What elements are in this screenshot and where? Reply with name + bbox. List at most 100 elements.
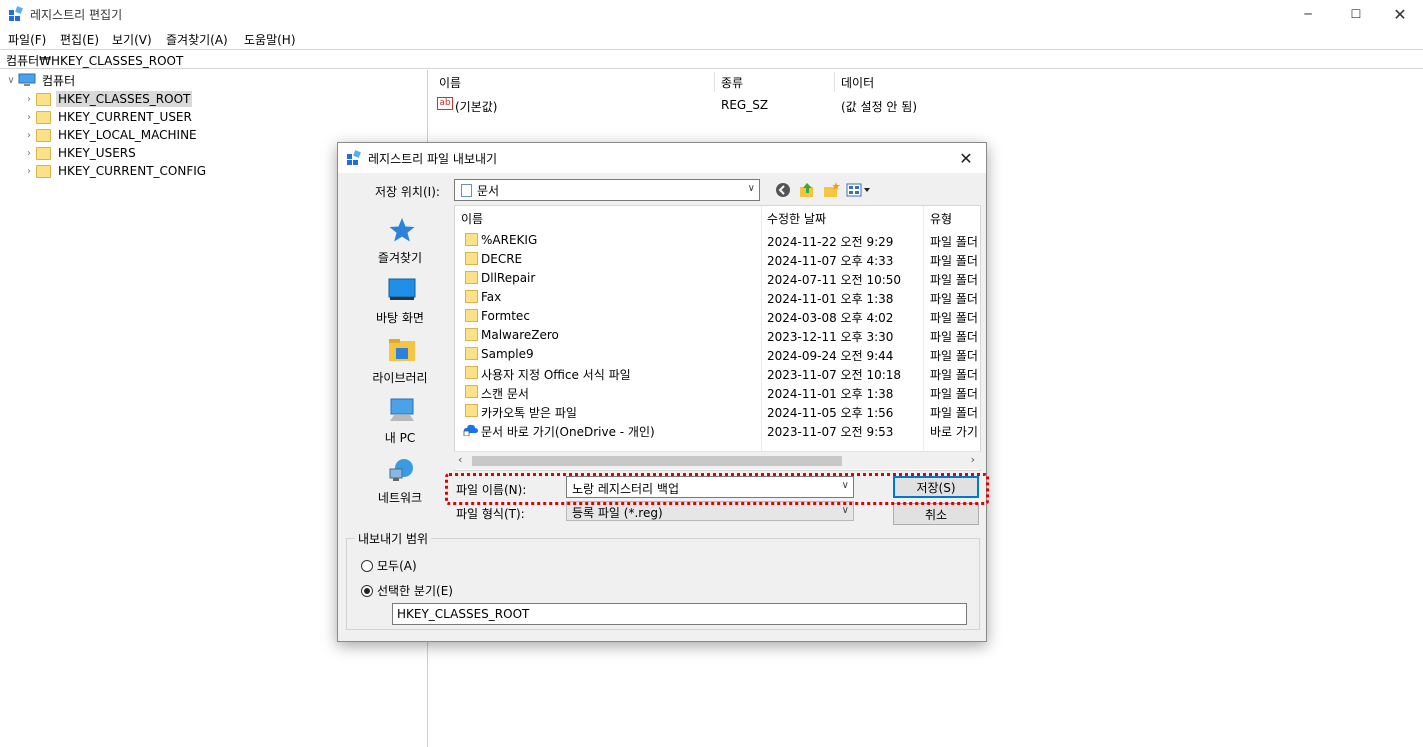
cancel-button[interactable]: 취소 — [893, 503, 979, 525]
folder-icon — [465, 252, 478, 265]
filetype-value: 등록 파일 (*.reg) — [572, 506, 663, 520]
menu-edit[interactable]: 편집(E) — [60, 31, 99, 48]
file-type: 파일 폴더 — [930, 235, 978, 249]
maximize-button[interactable]: ☐ — [1333, 0, 1379, 28]
column-header-date[interactable]: 수정한 날짜 — [767, 210, 826, 227]
list-item[interactable]: Sample9 2024-09-24 오전 9:44 파일 폴더 — [455, 344, 980, 363]
menu-bar: 파일(F) 편집(E) 보기(V) 즐겨찾기(A) 도움말(H) — [0, 28, 1423, 48]
file-date: 2024-11-22 오전 9:29 — [767, 235, 894, 249]
place-label: 바탕 화면 — [376, 311, 424, 325]
file-name: Sample9 — [481, 347, 534, 361]
tree-label: HKEY_LOCAL_MACHINE — [58, 128, 197, 142]
filetype-label: 파일 형식(T): — [456, 507, 525, 521]
radio-selected-branch[interactable]: 선택한 분기(E) — [361, 582, 453, 599]
tree-item-computer[interactable]: ∨ 컴퓨터 — [4, 71, 77, 89]
dialog-title-bar: 레지스트리 파일 내보내기 ✕ — [338, 143, 986, 173]
place-favorites[interactable]: 즐겨찾기 — [346, 217, 454, 277]
file-type: 파일 폴더 — [930, 330, 978, 344]
radio-button-checked[interactable] — [361, 584, 373, 597]
list-item[interactable]: Formtec 2024-03-08 오후 4:02 파일 폴더 — [455, 306, 980, 325]
new-folder-icon[interactable] — [822, 181, 840, 199]
desktop-icon — [388, 278, 416, 300]
folder-icon — [465, 347, 478, 360]
chevron-down-icon: ∨ — [747, 183, 755, 194]
place-network[interactable]: 네트워크 — [346, 457, 454, 517]
menu-favorites[interactable]: 즐겨찾기(A) — [166, 31, 228, 48]
radio-button[interactable] — [361, 559, 373, 572]
window-title: 레지스트리 편집기 — [30, 8, 123, 22]
place-label: 네트워크 — [377, 491, 423, 505]
address-bar[interactable]: 컴퓨터₩HKEY_CLASSES_ROOT — [0, 49, 1423, 69]
chevron-right-icon[interactable]: › — [22, 148, 36, 159]
tree-item-hkcu[interactable]: › HKEY_CURRENT_USER — [22, 108, 194, 126]
value-type: REG_SZ — [721, 98, 769, 112]
chevron-right-icon[interactable]: › — [22, 94, 36, 105]
list-item[interactable]: DllRepair 2024-07-11 오전 10:50 파일 폴더 — [455, 268, 980, 287]
tree-label: HKEY_CLASSES_ROOT — [56, 91, 193, 107]
column-divider[interactable] — [714, 72, 715, 92]
folder-icon — [36, 92, 51, 106]
list-item[interactable]: 스캔 문서 2024-11-01 오후 1:38 파일 폴더 — [455, 382, 980, 401]
tree-item-hku[interactable]: › HKEY_USERS — [22, 144, 138, 162]
radio-all[interactable]: 모두(A) — [361, 557, 417, 574]
tree-item-hkcc[interactable]: › HKEY_CURRENT_CONFIG — [22, 162, 208, 180]
list-item[interactable]: 문서 바로 가기(OneDrive - 개인) 2023-11-07 오전 9:5… — [455, 420, 980, 439]
location-select[interactable]: 문서 ∨ — [454, 179, 760, 201]
column-header-type[interactable]: 종류 — [721, 74, 743, 91]
column-divider[interactable] — [834, 72, 835, 92]
list-item[interactable]: 사용자 지정 Office 서식 파일 2023-11-07 오전 10:18 파일… — [455, 363, 980, 382]
file-date: 2024-11-01 오후 1:38 — [767, 292, 894, 306]
column-header-type[interactable]: 유형 — [930, 210, 952, 227]
value-name: (기본값) — [455, 100, 498, 114]
scroll-right-icon[interactable]: › — [971, 453, 975, 466]
export-range-group: 내보내기 범위 모두(A) 선택한 분기(E) HKEY_CLASSES_ROO… — [346, 530, 980, 630]
list-item[interactable]: %AREKIG 2024-11-22 오전 9:29 파일 폴더 — [455, 230, 980, 249]
list-item[interactable]: 카카오톡 받은 파일 2024-11-05 오후 1:56 파일 폴더 — [455, 401, 980, 420]
list-item[interactable]: Fax 2024-11-01 오후 1:38 파일 폴더 — [455, 287, 980, 306]
file-type: 파일 폴더 — [930, 387, 978, 401]
column-header-data[interactable]: 데이터 — [841, 74, 874, 91]
tree-label: HKEY_USERS — [58, 146, 136, 160]
menu-view[interactable]: 보기(V) — [112, 31, 152, 48]
tree-item-hklm[interactable]: › HKEY_LOCAL_MACHINE — [22, 126, 199, 144]
file-date: 2024-11-01 오후 1:38 — [767, 387, 894, 401]
this-pc-icon — [390, 398, 414, 421]
folder-icon — [465, 233, 478, 246]
branch-input[interactable]: HKEY_CLASSES_ROOT — [392, 603, 967, 625]
place-this-pc[interactable]: 내 PC — [346, 397, 454, 457]
minimize-button[interactable]: ─ — [1285, 0, 1331, 28]
place-libraries[interactable]: 라이브러리 — [346, 337, 454, 397]
list-item[interactable]: MalwareZero 2023-12-11 오후 3:30 파일 폴더 — [455, 325, 980, 344]
file-name: DECRE — [481, 252, 523, 266]
table-row[interactable]: ab (기본값) REG_SZ (값 설정 안 됨) — [435, 96, 995, 114]
up-folder-icon[interactable] — [798, 181, 816, 199]
back-icon[interactable] — [774, 181, 792, 199]
location-value: 문서 — [477, 183, 500, 198]
string-value-icon: ab — [437, 97, 453, 110]
chevron-right-icon[interactable]: › — [22, 112, 36, 123]
chevron-down-icon[interactable]: ∨ — [4, 75, 18, 86]
tree-item-hkcr[interactable]: › HKEY_CLASSES_ROOT — [22, 90, 193, 108]
horizontal-scrollbar[interactable]: ‹ › — [454, 451, 981, 469]
menu-help[interactable]: 도움말(H) — [244, 31, 296, 48]
chevron-right-icon[interactable]: › — [22, 130, 36, 141]
scroll-left-icon[interactable]: ‹ — [458, 453, 462, 466]
file-type: 파일 폴더 — [930, 368, 978, 382]
folder-icon — [465, 366, 478, 379]
file-type: 바로 가기 — [930, 425, 978, 439]
folder-icon — [465, 404, 478, 417]
list-item[interactable]: DECRE 2024-11-07 오후 4:33 파일 폴더 — [455, 249, 980, 268]
column-header-name[interactable]: 이름 — [439, 74, 461, 91]
dialog-close-button[interactable]: ✕ — [952, 146, 980, 170]
column-header-name[interactable]: 이름 — [461, 210, 483, 227]
chevron-right-icon[interactable]: › — [22, 166, 36, 177]
place-label: 즐겨찾기 — [377, 251, 423, 265]
place-desktop[interactable]: 바탕 화면 — [346, 277, 454, 337]
star-icon — [389, 218, 415, 242]
file-list: ^ 이름 수정한 날짜 유형 %AREKIG 2024-11-22 오전 9:29… — [454, 205, 981, 471]
view-menu-icon[interactable] — [846, 181, 872, 199]
close-button[interactable]: ✕ — [1377, 0, 1423, 28]
menu-file[interactable]: 파일(F) — [8, 31, 46, 48]
file-date: 2023-11-07 오전 10:18 — [767, 368, 902, 382]
scrollbar-thumb[interactable] — [472, 456, 842, 466]
